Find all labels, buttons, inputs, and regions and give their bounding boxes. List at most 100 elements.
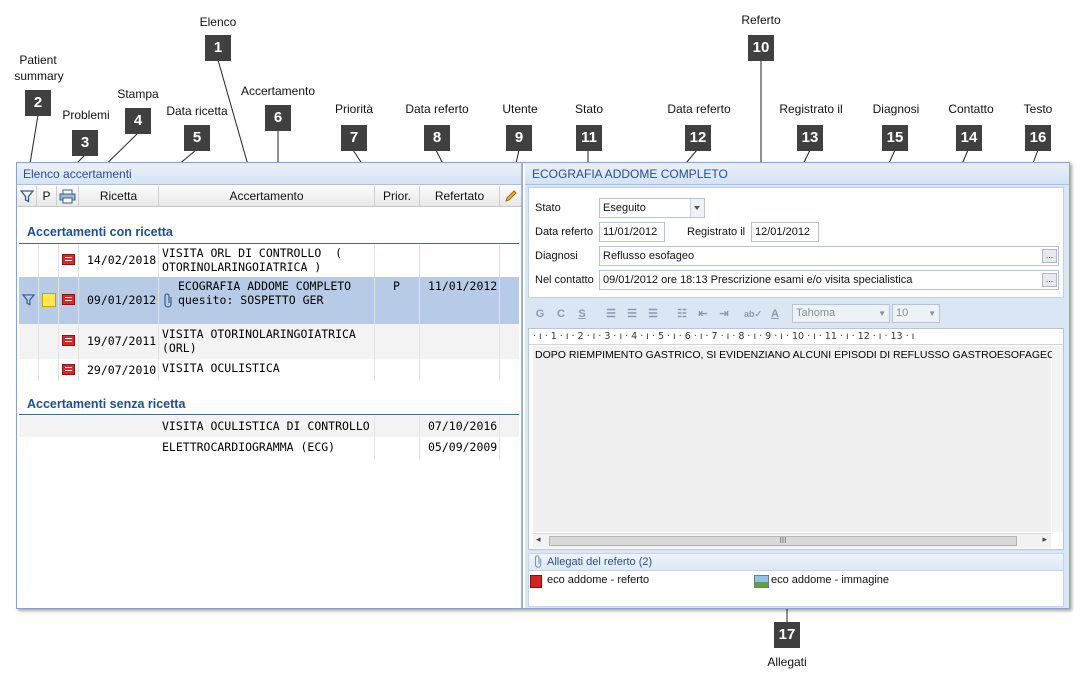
callout-label-patient-summary-2: summary — [14, 69, 64, 83]
priority-column-header[interactable]: Prior. — [375, 186, 420, 206]
contatto-field[interactable]: 09/01/2012 ore 18:13 Prescrizione esami … — [599, 270, 1059, 290]
pencil-icon — [504, 190, 517, 202]
callout-badge-12: 12 — [685, 125, 711, 151]
accertamento-column-header[interactable]: Accertamento — [159, 186, 375, 206]
attachment-item[interactable]: eco addome - referto — [530, 574, 649, 588]
italic-button[interactable]: C — [552, 306, 570, 322]
callout-badge-3: 3 — [72, 130, 98, 156]
outdent-icon[interactable]: ⇤ — [694, 306, 712, 322]
callout-label-priorita: Priorità — [334, 102, 373, 116]
attachments-header: Allegati del referto (2) — [528, 553, 1064, 571]
spellcheck-icon[interactable]: ab✓ — [744, 306, 762, 322]
report-text: DOPO RIEMPIMENTO GASTRICO, SI EVIDENZIAN… — [535, 349, 1056, 361]
scroll-thumb[interactable]: III — [549, 536, 1017, 546]
align-right-icon[interactable]: ☰ — [644, 306, 662, 322]
table-row[interactable]: ELETTROCARDIOGRAMMA (ECG) 05/09/2009 — [19, 437, 519, 459]
prescription-date: 29/07/2010 — [87, 363, 157, 377]
user-column-header[interactable] — [500, 186, 521, 206]
exam-name-line1: VISITA OTORINOLARINGOIATRICA — [162, 327, 356, 341]
table-row-selected[interactable]: 09/01/2012 ECOGRAFIA ADDOME COMPLETO que… — [19, 277, 519, 324]
exam-name-line1: VISITA ORL DI CONTROLLO ( — [162, 246, 343, 260]
prescription-date: 09/01/2012 — [87, 293, 157, 307]
exam-list-column-header: P Ricetta Accertamento Prior. Refertato — [17, 186, 521, 207]
data-referto-field[interactable]: 11/01/2012 — [599, 222, 665, 242]
filter-icon — [19, 190, 34, 203]
callout-badge-8: 8 — [424, 125, 450, 151]
contatto-browse-button[interactable]: ... — [1042, 273, 1057, 287]
table-row[interactable]: 14/02/2018 VISITA ORL DI CONTROLLO ( OTO… — [19, 245, 519, 277]
contatto-label: Nel contatto — [535, 274, 594, 286]
chevron-down-icon: ▼ — [928, 309, 936, 318]
callout-badge-15: 15 — [882, 125, 908, 151]
callout-label-patient-summary-1: Patient — [19, 53, 57, 67]
exam-name-line2: OTORINOLARINGOIATRICA ) — [162, 260, 322, 274]
printer-icon — [59, 189, 76, 204]
ricetta-column-header[interactable]: Ricetta — [79, 186, 159, 206]
report-form: Stato Eseguito Data referto 11/01/2012 R… — [528, 187, 1064, 298]
callout-badge-9: 9 — [506, 125, 532, 151]
callout-label-registrato-il: Registrato il — [779, 102, 843, 116]
callout-label-referto: Referto — [741, 13, 781, 27]
callout-label-stato: Stato — [574, 102, 604, 116]
report-title: ECOGRAFIA ADDOME COMPLETO — [525, 163, 1069, 185]
stato-dropdown[interactable]: Eseguito — [599, 198, 705, 218]
diagnosi-browse-button[interactable]: ... — [1042, 249, 1057, 263]
bullet-list-icon[interactable]: ☷ — [673, 306, 691, 322]
callout-badge-6: 6 — [265, 105, 291, 131]
exam-name-line2: (ORL) — [162, 341, 197, 355]
diagnosi-label: Diagnosi — [535, 250, 578, 262]
vertical-scrollbar[interactable] — [1052, 346, 1063, 532]
report-text-area[interactable]: DOPO RIEMPIMENTO GASTRICO, SI EVIDENZIAN… — [533, 346, 1056, 532]
font-family-select[interactable]: Tahoma ▼ — [792, 304, 890, 323]
contatto-value: 09/01/2012 ore 18:13 Prescrizione esami … — [603, 274, 913, 286]
refertato-column-header[interactable]: Refertato — [420, 186, 500, 206]
chevron-down-icon[interactable] — [690, 199, 704, 217]
group-divider — [19, 414, 519, 415]
diagnosi-field[interactable]: Reflusso esofageo ... — [599, 246, 1059, 266]
registrato-label: Registrato il — [687, 226, 746, 238]
exam-name: VISITA OCULISTICA — [162, 361, 280, 375]
scroll-left-icon[interactable]: ◂ — [536, 534, 541, 545]
report-panel: ECOGRAFIA ADDOME COMPLETO Stato Eseguito… — [525, 163, 1069, 608]
problem-marker-icon[interactable] — [42, 293, 56, 307]
table-row[interactable]: VISITA OCULISTICA DI CONTROLLO 07/10/201… — [19, 416, 519, 437]
paperclip-icon — [164, 293, 172, 308]
problem-column-header[interactable]: P — [37, 186, 57, 206]
editor-ruler: · ı · 1 · ı · 2 · ı · 3 · ı · 4 · ı · 5 … — [529, 329, 1063, 345]
registrato-field[interactable]: 12/01/2012 — [751, 222, 819, 242]
callout-badge-5: 5 — [184, 125, 210, 151]
callout-label-elenco: Elenco — [199, 15, 237, 29]
font-color-icon[interactable]: A — [766, 306, 784, 322]
callout-label-accertamento: Accertamento — [240, 84, 316, 98]
callout-label-problemi: Problemi — [62, 108, 110, 122]
table-row[interactable]: 19/07/2011 VISITA OTORINOLARINGOIATRICA … — [19, 324, 519, 359]
callout-badge-2: 2 — [25, 90, 51, 116]
report-text-editor[interactable]: · ı · 1 · ı · 2 · ı · 3 · ı · 4 · ı · 5 … — [528, 328, 1064, 550]
filter-column-header[interactable] — [17, 186, 37, 206]
reported-date: 07/10/2016 — [428, 419, 498, 433]
prescription-icon — [62, 254, 75, 265]
scroll-right-icon[interactable]: ▸ — [1042, 534, 1047, 545]
callout-badge-7: 7 — [341, 125, 367, 151]
attachment-name: eco addome - immagine — [771, 574, 890, 586]
stato-label: Stato — [535, 202, 561, 214]
callout-label-data-referto-right: Data referto — [667, 102, 731, 116]
indent-icon[interactable]: ⇥ — [715, 306, 733, 322]
align-center-icon[interactable]: ☰ — [623, 306, 641, 322]
font-family-value: Tahoma — [796, 307, 836, 319]
table-row[interactable]: 29/07/2010 VISITA OCULISTICA — [19, 359, 519, 381]
callout-label-stampa: Stampa — [117, 87, 159, 101]
align-left-icon[interactable]: ☰ — [602, 306, 620, 322]
underline-button[interactable]: S — [573, 306, 591, 322]
callout-badge-14: 14 — [956, 125, 982, 151]
font-size-select[interactable]: 10 ▼ — [892, 304, 940, 323]
exam-list-title: Elenco accertamenti — [17, 163, 521, 185]
group-with-prescription-title: Accertamenti con ricetta — [27, 225, 173, 239]
bold-button[interactable]: G — [531, 306, 549, 322]
callout-label-data-ricetta: Data ricetta — [166, 104, 228, 118]
print-column-header[interactable] — [57, 186, 79, 206]
callout-label-utente: Utente — [502, 102, 538, 116]
callout-label-data-referto-left: Data referto — [405, 102, 469, 116]
attachment-item[interactable]: eco addome - immagine — [754, 574, 890, 588]
horizontal-scrollbar[interactable]: ◂ III ▸ — [533, 533, 1051, 548]
